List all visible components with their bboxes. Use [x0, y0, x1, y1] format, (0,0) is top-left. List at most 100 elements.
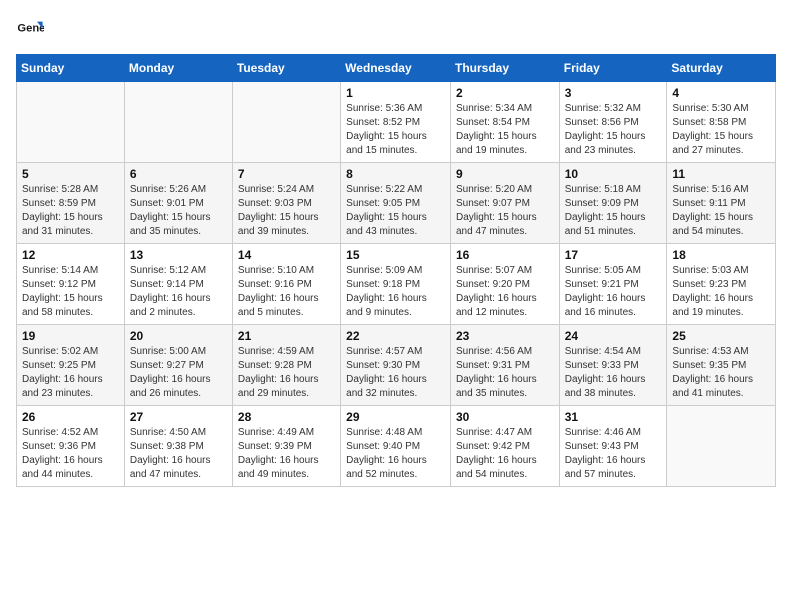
- cell-day-number: 9: [456, 167, 554, 181]
- day-header-sunday: Sunday: [17, 55, 125, 82]
- cell-day-number: 19: [22, 329, 119, 343]
- cell-info: Sunrise: 4:48 AMSunset: 9:40 PMDaylight:…: [346, 426, 445, 482]
- calendar-week-row: 5 Sunrise: 5:28 AMSunset: 8:59 PMDaylight…: [17, 163, 776, 244]
- cell-day-number: 6: [130, 167, 227, 181]
- cell-day-number: 17: [565, 248, 662, 262]
- cell-day-number: 22: [346, 329, 445, 343]
- cell-info: Sunrise: 5:22 AMSunset: 9:05 PMDaylight:…: [346, 183, 445, 239]
- calendar-cell: 5 Sunrise: 5:28 AMSunset: 8:59 PMDaylight…: [17, 163, 125, 244]
- calendar-cell: 7 Sunrise: 5:24 AMSunset: 9:03 PMDaylight…: [232, 163, 340, 244]
- calendar-week-row: 26 Sunrise: 4:52 AMSunset: 9:36 PMDayligh…: [17, 406, 776, 487]
- cell-day-number: 28: [238, 410, 335, 424]
- cell-day-number: 18: [672, 248, 770, 262]
- calendar-cell: 13Sunrise: 5:12 AMSunset: 9:14 PMDayligh…: [124, 244, 232, 325]
- cell-day-number: 5: [22, 167, 119, 181]
- calendar-cell: 10Sunrise: 5:18 AMSunset: 9:09 PMDayligh…: [559, 163, 667, 244]
- cell-info: Sunrise: 5:24 AMSunset: 9:03 PMDaylight:…: [238, 183, 335, 239]
- calendar-cell: 29 Sunrise: 4:48 AMSunset: 9:40 PMDayligh…: [341, 406, 451, 487]
- calendar-week-row: 1 Sunrise: 5:36 AMSunset: 8:52 PMDaylight…: [17, 82, 776, 163]
- cell-info: Sunrise: 5:09 AMSunset: 9:18 PMDaylight:…: [346, 264, 445, 320]
- calendar-cell: 21 Sunrise: 4:59 AMSunset: 9:28 PMDayligh…: [232, 325, 340, 406]
- calendar-cell: [124, 82, 232, 163]
- day-header-thursday: Thursday: [450, 55, 559, 82]
- calendar-cell: 27Sunrise: 4:50 AMSunset: 9:38 PMDayligh…: [124, 406, 232, 487]
- logo: General: [16, 16, 48, 44]
- day-header-wednesday: Wednesday: [341, 55, 451, 82]
- cell-info: Sunrise: 4:49 AMSunset: 9:39 PMDaylight:…: [238, 426, 335, 482]
- cell-info: Sunrise: 4:53 AMSunset: 9:35 PMDaylight:…: [672, 345, 770, 401]
- cell-info: Sunrise: 4:57 AMSunset: 9:30 PMDaylight:…: [346, 345, 445, 401]
- calendar-cell: 31 Sunrise: 4:46 AMSunset: 9:43 PMDayligh…: [559, 406, 667, 487]
- calendar-cell: 30 Sunrise: 4:47 AMSunset: 9:42 PMDayligh…: [450, 406, 559, 487]
- cell-day-number: 24: [565, 329, 662, 343]
- cell-info: Sunrise: 4:59 AMSunset: 9:28 PMDaylight:…: [238, 345, 335, 401]
- calendar-cell: 11 Sunrise: 5:16 AMSunset: 9:11 PMDayligh…: [667, 163, 776, 244]
- cell-day-number: 13: [130, 248, 227, 262]
- calendar-cell: 24Sunrise: 4:54 AMSunset: 9:33 PMDayligh…: [559, 325, 667, 406]
- cell-day-number: 29: [346, 410, 445, 424]
- calendar-cell: 8 Sunrise: 5:22 AMSunset: 9:05 PMDaylight…: [341, 163, 451, 244]
- cell-info: Sunrise: 5:34 AMSunset: 8:54 PMDaylight:…: [456, 102, 554, 158]
- calendar-cell: 14 Sunrise: 5:10 AMSunset: 9:16 PMDayligh…: [232, 244, 340, 325]
- calendar-cell: 22 Sunrise: 4:57 AMSunset: 9:30 PMDayligh…: [341, 325, 451, 406]
- calendar-cell: 6 Sunrise: 5:26 AMSunset: 9:01 PMDaylight…: [124, 163, 232, 244]
- cell-info: Sunrise: 5:02 AMSunset: 9:25 PMDaylight:…: [22, 345, 119, 401]
- cell-info: Sunrise: 5:05 AMSunset: 9:21 PMDaylight:…: [565, 264, 662, 320]
- cell-day-number: 7: [238, 167, 335, 181]
- calendar-cell: 18 Sunrise: 5:03 AMSunset: 9:23 PMDayligh…: [667, 244, 776, 325]
- calendar-cell: [667, 406, 776, 487]
- cell-info: Sunrise: 4:47 AMSunset: 9:42 PMDaylight:…: [456, 426, 554, 482]
- calendar-cell: [17, 82, 125, 163]
- cell-day-number: 2: [456, 86, 554, 100]
- cell-day-number: 31: [565, 410, 662, 424]
- logo-icon: General: [16, 16, 44, 44]
- cell-info: Sunrise: 5:36 AMSunset: 8:52 PMDaylight:…: [346, 102, 445, 158]
- day-header-friday: Friday: [559, 55, 667, 82]
- calendar-cell: 26 Sunrise: 4:52 AMSunset: 9:36 PMDayligh…: [17, 406, 125, 487]
- calendar-cell: 19 Sunrise: 5:02 AMSunset: 9:25 PMDayligh…: [17, 325, 125, 406]
- cell-info: Sunrise: 5:26 AMSunset: 9:01 PMDaylight:…: [130, 183, 227, 239]
- calendar-cell: 4Sunrise: 5:30 AMSunset: 8:58 PMDaylight…: [667, 82, 776, 163]
- cell-day-number: 25: [672, 329, 770, 343]
- cell-info: Sunrise: 4:46 AMSunset: 9:43 PMDaylight:…: [565, 426, 662, 482]
- cell-day-number: 1: [346, 86, 445, 100]
- calendar-cell: 17 Sunrise: 5:05 AMSunset: 9:21 PMDayligh…: [559, 244, 667, 325]
- calendar-week-row: 19 Sunrise: 5:02 AMSunset: 9:25 PMDayligh…: [17, 325, 776, 406]
- cell-day-number: 3: [565, 86, 662, 100]
- calendar-cell: 12 Sunrise: 5:14 AMSunset: 9:12 PMDayligh…: [17, 244, 125, 325]
- calendar-cell: 20Sunrise: 5:00 AMSunset: 9:27 PMDayligh…: [124, 325, 232, 406]
- cell-info: Sunrise: 5:00 AMSunset: 9:27 PMDaylight:…: [130, 345, 227, 401]
- day-header-tuesday: Tuesday: [232, 55, 340, 82]
- cell-day-number: 21: [238, 329, 335, 343]
- cell-day-number: 23: [456, 329, 554, 343]
- calendar-cell: [232, 82, 340, 163]
- cell-info: Sunrise: 4:50 AMSunset: 9:38 PMDaylight:…: [130, 426, 227, 482]
- cell-info: Sunrise: 5:20 AMSunset: 9:07 PMDaylight:…: [456, 183, 554, 239]
- calendar-cell: 1 Sunrise: 5:36 AMSunset: 8:52 PMDaylight…: [341, 82, 451, 163]
- calendar-cell: 25 Sunrise: 4:53 AMSunset: 9:35 PMDayligh…: [667, 325, 776, 406]
- cell-day-number: 8: [346, 167, 445, 181]
- cell-day-number: 4: [672, 86, 770, 100]
- cell-info: Sunrise: 4:52 AMSunset: 9:36 PMDaylight:…: [22, 426, 119, 482]
- cell-day-number: 30: [456, 410, 554, 424]
- calendar-cell: 28 Sunrise: 4:49 AMSunset: 9:39 PMDayligh…: [232, 406, 340, 487]
- cell-day-number: 26: [22, 410, 119, 424]
- cell-info: Sunrise: 5:03 AMSunset: 9:23 PMDaylight:…: [672, 264, 770, 320]
- calendar-cell: 2 Sunrise: 5:34 AMSunset: 8:54 PMDaylight…: [450, 82, 559, 163]
- page-header: General: [16, 16, 776, 44]
- cell-day-number: 11: [672, 167, 770, 181]
- cell-info: Sunrise: 5:16 AMSunset: 9:11 PMDaylight:…: [672, 183, 770, 239]
- calendar-cell: 23 Sunrise: 4:56 AMSunset: 9:31 PMDayligh…: [450, 325, 559, 406]
- cell-day-number: 15: [346, 248, 445, 262]
- cell-day-number: 16: [456, 248, 554, 262]
- cell-day-number: 12: [22, 248, 119, 262]
- cell-info: Sunrise: 5:07 AMSunset: 9:20 PMDaylight:…: [456, 264, 554, 320]
- cell-info: Sunrise: 5:32 AMSunset: 8:56 PMDaylight:…: [565, 102, 662, 158]
- calendar-cell: 15 Sunrise: 5:09 AMSunset: 9:18 PMDayligh…: [341, 244, 451, 325]
- cell-info: Sunrise: 5:28 AMSunset: 8:59 PMDaylight:…: [22, 183, 119, 239]
- cell-day-number: 14: [238, 248, 335, 262]
- cell-info: Sunrise: 5:14 AMSunset: 9:12 PMDaylight:…: [22, 264, 119, 320]
- cell-info: Sunrise: 4:56 AMSunset: 9:31 PMDaylight:…: [456, 345, 554, 401]
- day-header-saturday: Saturday: [667, 55, 776, 82]
- cell-info: Sunrise: 5:10 AMSunset: 9:16 PMDaylight:…: [238, 264, 335, 320]
